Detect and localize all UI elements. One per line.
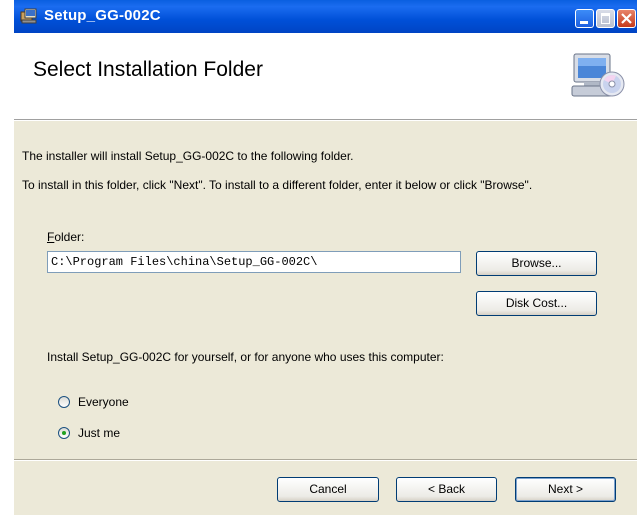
computer-cd-icon <box>570 52 626 105</box>
title-bar[interactable]: Setup_GG-002C <box>14 0 637 33</box>
radio-everyone-label[interactable]: Everyone <box>78 395 129 409</box>
instruction-text: To install in this folder, click "Next".… <box>22 178 533 192</box>
cancel-button[interactable]: Cancel <box>277 477 379 502</box>
radio-everyone[interactable] <box>58 396 70 408</box>
minimize-icon[interactable] <box>575 9 594 28</box>
radio-just-me[interactable] <box>58 427 70 439</box>
maximize-icon[interactable] <box>596 9 615 28</box>
install-for-prompt: Install Setup_GG-002C for yourself, or f… <box>47 350 444 364</box>
folder-label-text: older: <box>54 230 85 244</box>
header-banner: Select Installation Folder <box>14 33 637 120</box>
close-icon[interactable] <box>617 9 636 28</box>
window-title: Setup_GG-002C <box>44 7 161 24</box>
setup-app-icon <box>20 8 38 25</box>
radio-just-me-label[interactable]: Just me <box>78 426 120 440</box>
folder-label: Folder: <box>47 230 84 244</box>
setup-window: Setup_GG-002C Select Installation Folder… <box>14 0 637 515</box>
folder-path-input[interactable] <box>47 251 461 273</box>
intro-text: The installer will install Setup_GG-002C… <box>22 149 354 163</box>
footer-divider-highlight <box>14 460 637 461</box>
banner-divider <box>14 120 637 121</box>
back-button[interactable]: < Back <box>396 477 497 502</box>
page-title: Select Installation Folder <box>33 58 263 81</box>
disk-cost-button[interactable]: Disk Cost... <box>476 291 597 316</box>
next-button[interactable]: Next > <box>515 477 616 502</box>
browse-button[interactable]: Browse... <box>476 251 597 276</box>
